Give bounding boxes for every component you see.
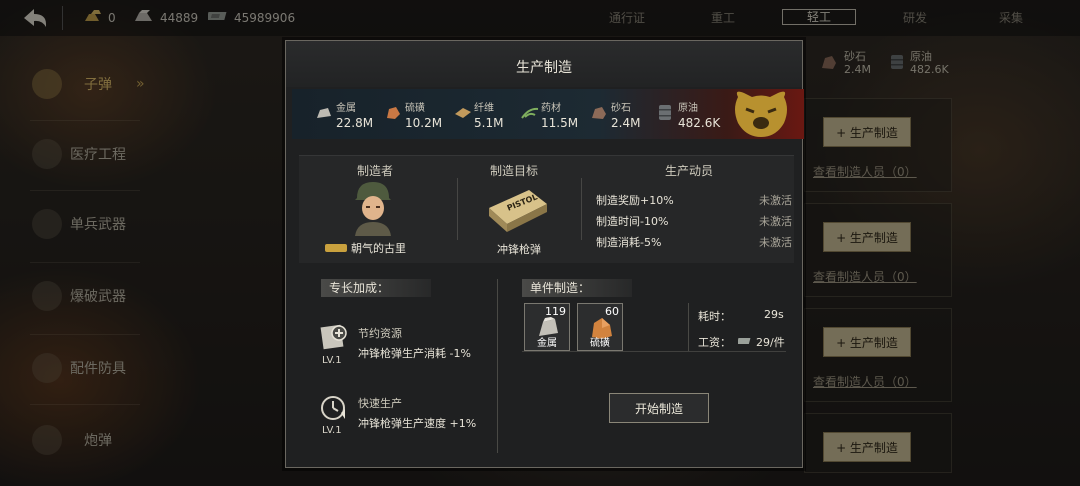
resource-sulfur: 硫磺 10.2M xyxy=(385,99,442,130)
target-header: 制造目标 xyxy=(489,164,538,178)
boost-time: 制造时间-10% 未激活 xyxy=(596,215,792,228)
boost-reward: 制造奖励+10% 未激活 xyxy=(596,194,792,207)
oil-barrel-icon xyxy=(658,105,674,120)
target-name: 冲锋枪弹 xyxy=(497,243,541,256)
maker-header: 制造者 xyxy=(356,164,393,178)
wage-label: 工资： xyxy=(698,336,731,349)
production-info-panel: 制造者 制造目标 生产动员 朝气的古里 PISTOL 冲锋枪弹 制造奖励+10%… xyxy=(299,155,794,263)
sulfur-icon xyxy=(385,105,401,119)
divider xyxy=(688,303,689,351)
stone-icon xyxy=(591,105,607,119)
boost-header: 生产动员 xyxy=(664,164,713,178)
resource-herb: 药材 11.5M xyxy=(521,99,578,130)
material-slot-metal[interactable]: 119 金属 xyxy=(524,303,570,351)
time-value: 29s xyxy=(764,308,784,321)
metal-icon xyxy=(316,105,332,119)
bear-emblem-icon xyxy=(724,89,798,139)
stopwatch-icon xyxy=(320,393,348,421)
fiber-icon xyxy=(454,105,471,119)
banknote-icon xyxy=(736,336,752,349)
soldier-portrait[interactable] xyxy=(351,180,395,240)
resource-strip: 金属 22.8M 硫磺 10.2M 纤维 5.1M 药材 11.5M 砂石 2.4M 原油… xyxy=(292,89,804,139)
divider xyxy=(457,178,458,240)
modal-title: 生产制造 xyxy=(516,60,572,76)
resource-metal: 金属 22.8M xyxy=(316,99,373,130)
boost-cost: 制造消耗-5% 未激活 xyxy=(596,236,792,249)
ammo-box-icon: PISTOL xyxy=(485,186,551,240)
wage-value: 29/件 xyxy=(736,334,785,350)
resource-stone: 砂石 2.4M xyxy=(591,99,640,130)
divider xyxy=(522,351,786,352)
single-production-label: 单件制造： xyxy=(522,279,632,297)
document-plus-icon xyxy=(320,323,348,351)
resource-fiber: 纤维 5.1M xyxy=(454,99,503,130)
divider xyxy=(581,178,582,240)
specialty-label: 专长加成： xyxy=(321,279,431,297)
maker-name: 朝气的古里 xyxy=(325,240,406,256)
material-slot-sulfur[interactable]: 60 硫磺 xyxy=(577,303,623,351)
time-label: 耗时： xyxy=(698,310,731,323)
herb-icon xyxy=(521,105,539,119)
rank-badge-icon xyxy=(325,244,347,252)
production-modal: 生产制造 金属 22.8M 硫磺 10.2M 纤维 5.1M 药材 11.5M 砂石 2.… xyxy=(285,40,804,468)
start-production-button[interactable]: 开始制造 xyxy=(609,393,709,423)
divider xyxy=(497,279,498,453)
resource-oil: 原油 482.6K xyxy=(658,99,720,130)
